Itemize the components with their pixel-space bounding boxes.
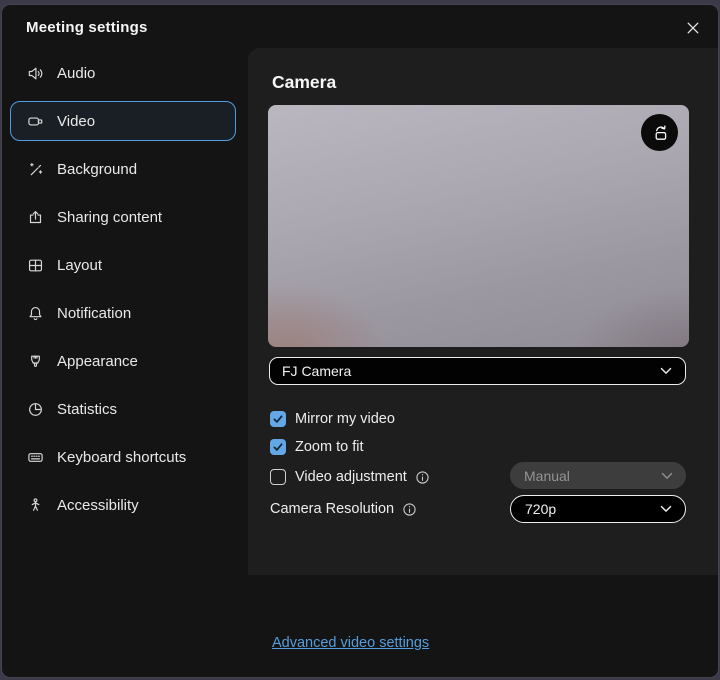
camera-resolution-select[interactable]: 720p [510,495,686,523]
keyboard-icon [27,449,44,466]
sidebar-item-audio[interactable]: Audio [10,53,236,93]
video-adjustment-mode-select: Manual [510,462,686,489]
info-icon[interactable] [415,470,430,485]
sidebar-item-label: Statistics [57,401,117,418]
camera-resolution-value: 720p [525,501,556,517]
sidebar-item-sharing-content[interactable]: Sharing content [10,197,236,237]
flip-camera-icon [650,123,670,143]
chevron-down-icon [661,472,673,480]
sidebar-item-label: Appearance [57,353,138,370]
sidebar-item-label: Accessibility [57,497,139,514]
section-title: Camera [272,72,336,93]
mirror-video-checkbox[interactable] [270,411,286,427]
sidebar-item-notification[interactable]: Notification [10,293,236,333]
magic-wand-icon [27,161,44,178]
sidebar-item-label: Background [57,161,137,178]
video-camera-icon [27,113,44,130]
sidebar-item-statistics[interactable]: Statistics [10,389,236,429]
share-content-icon [27,209,44,226]
sidebar-item-appearance[interactable]: Appearance [10,341,236,381]
checkbox-label: Mirror my video [295,411,395,427]
zoom-to-fit-row: Zoom to fit [270,436,364,458]
checkmark-icon [272,441,284,453]
chevron-down-icon [660,505,672,513]
camera-resolution-row: Camera Resolution [270,498,417,520]
close-icon [686,21,700,35]
sidebar-item-keyboard-shortcuts[interactable]: Keyboard shortcuts [10,437,236,477]
camera-preview [268,105,689,347]
sidebar-item-label: Video [57,113,95,130]
video-adjustment-mode-value: Manual [524,468,570,484]
sidebar-item-label: Notification [57,305,131,322]
video-settings-panel: Camera FJ Camera Mirror my video [248,48,718,575]
sidebar-item-label: Layout [57,257,102,274]
zoom-to-fit-checkbox[interactable] [270,439,286,455]
close-button[interactable] [678,13,708,43]
checkbox-label: Zoom to fit [295,439,364,455]
sidebar-item-label: Sharing content [57,209,162,226]
bell-icon [27,305,44,322]
mirror-video-row: Mirror my video [270,408,395,430]
accessibility-person-icon [27,497,44,514]
layout-grid-icon [27,257,44,274]
checkmark-icon [272,413,284,425]
sidebar: Audio Video Background Sharing content L… [2,49,248,677]
checkbox-label: Video adjustment [295,469,407,485]
sidebar-item-accessibility[interactable]: Accessibility [10,485,236,525]
flip-camera-button[interactable] [641,114,678,151]
video-adjustment-checkbox[interactable] [270,469,286,485]
titlebar: Meeting settings [2,5,718,49]
sidebar-item-layout[interactable]: Layout [10,245,236,285]
sidebar-item-video[interactable]: Video [10,101,236,141]
camera-select-value: FJ Camera [282,363,351,379]
video-adjustment-row: Video adjustment [270,466,430,488]
sidebar-item-label: Audio [57,65,95,82]
info-icon[interactable] [402,502,417,517]
sidebar-item-background[interactable]: Background [10,149,236,189]
paintbrush-icon [27,353,44,370]
chevron-down-icon [660,367,672,375]
statistics-pie-icon [27,401,44,418]
camera-resolution-label: Camera Resolution [270,501,394,517]
sidebar-item-label: Keyboard shortcuts [57,449,186,466]
camera-select[interactable]: FJ Camera [269,357,686,385]
window-title: Meeting settings [26,5,148,49]
advanced-video-settings-link[interactable]: Advanced video settings [272,635,429,651]
meeting-settings-window: Meeting settings Audio Video Background [1,4,719,678]
speaker-icon [27,65,44,82]
